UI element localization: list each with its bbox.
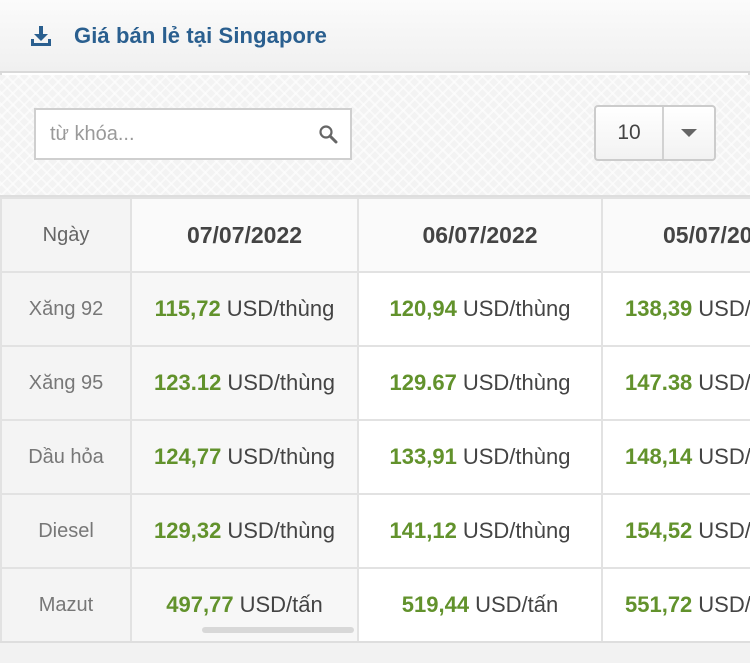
column-header-date-label: Ngày [0,197,132,273]
price-value: 115,72 [154,296,221,321]
widget-header: Giá bán lẻ tại Singapore [0,0,750,73]
price-value: 133,91 [389,444,457,469]
horizontal-scrollbar[interactable] [202,627,354,633]
price-value: 497,77 [166,592,234,617]
chevron-down-icon [681,129,697,137]
price-value: 123.12 [154,370,222,395]
price-unit: USD/thùng [698,296,750,321]
price-value: 551,72 [625,592,693,617]
price-cell: 115,72 USD/thùng [130,271,359,347]
price-unit: USD/thùng [227,370,335,395]
price-unit: USD/thùng [698,444,750,469]
price-cell: 147.38USD/thùng [601,345,750,421]
price-cell: 551,72USD/tấn [601,567,750,641]
widget-title: Giá bán lẻ tại Singapore [74,22,328,48]
price-cell: 120,94 USD/thùng [357,271,603,347]
price-cell: 123.12 USD/thùng [130,345,359,421]
price-cell: 154,52USD/thùng [601,493,750,569]
price-unit: USD/thùng [226,296,335,321]
search-icon[interactable] [318,124,338,144]
price-unit: USD/tấn [475,592,559,617]
price-value: 141,12 [389,518,457,543]
price-value: 519,44 [401,592,470,617]
page-size-value: 10 [596,107,664,159]
column-header-date: 05/07/2022 [601,197,750,273]
table-toolbar: 10 [0,75,750,197]
widget-footer [0,641,750,663]
search-box [34,108,352,160]
row-label: Dầu hỏa [0,419,132,495]
price-unit: USD/thùng [462,518,571,543]
price-cell: 148,14USD/thùng [601,419,750,495]
price-cell: 129,32 USD/thùng [130,493,359,569]
price-value: 129.67 [389,370,457,395]
price-table-scroll[interactable]: Ngày 07/07/2022 06/07/2022 05/07/2022 Xă… [0,197,750,641]
search-input[interactable] [36,110,306,158]
price-value: 154,52 [625,518,693,543]
price-unit: USD/thùng [227,518,335,543]
table-row: Mazut 497,77 USD/tấn 519,44 USD/tấn 551,72 USD… [0,567,750,641]
table-row: Xăng 92 115,72 USD/thùng 120,94 USD/thùng 138… [0,271,750,347]
column-header-date: 06/07/2022 [357,197,603,273]
row-label: Xăng 95 [0,345,132,421]
price-unit: USD/tấn [239,592,323,617]
price-unit: USD/thùng [698,370,750,395]
price-unit: USD/thùng [227,444,335,469]
row-label: Diesel [0,493,132,569]
price-value: 124,77 [154,444,222,469]
price-unit: USD/thùng [462,444,571,469]
price-cell: 133,91 USD/thùng [357,419,603,495]
price-table: Ngày 07/07/2022 06/07/2022 05/07/2022 Xă… [0,197,750,641]
price-cell: 519,44 USD/tấn [357,567,603,641]
price-cell: 124,77 USD/thùng [130,419,359,495]
price-cell: 141,12 USD/thùng [357,493,603,569]
price-unit: USD/thùng [462,370,571,395]
price-cell: 138,39USD/thùng [601,271,750,347]
column-header-date: 07/07/2022 [130,197,359,273]
price-value: 129,32 [154,518,222,543]
price-unit: USD/tấn [698,592,750,617]
page-size-select[interactable]: 10 [594,105,716,161]
table-row: Diesel 129,32 USD/thùng 141,12 USD/thùng 154,… [0,493,750,569]
price-value: 147.38 [625,370,693,395]
page-size-dropdown-toggle[interactable] [664,107,714,159]
price-cell: 129.67 USD/thùng [357,345,603,421]
table-header-row: Ngày 07/07/2022 06/07/2022 05/07/2022 [0,197,750,273]
row-label: Mazut [0,567,132,641]
price-unit: USD/thùng [462,296,571,321]
table-row: Dầu hỏa 124,77 USD/thùng 133,91 USD/thùng 148… [0,419,750,495]
price-unit: USD/thùng [698,518,750,543]
price-value: 138,39 [625,296,693,321]
price-value: 120,94 [389,296,457,321]
price-value: 148,14 [625,444,693,469]
table-row: Xăng 95 123.12 USD/thùng 129.67 USD/thùng 147… [0,345,750,421]
row-label: Xăng 92 [0,271,132,347]
download-icon[interactable] [30,25,52,47]
